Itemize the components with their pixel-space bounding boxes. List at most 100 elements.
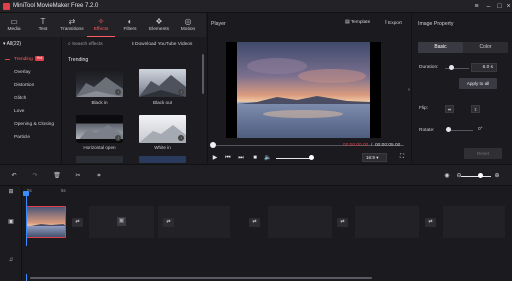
template-button[interactable]: ▤ Template: [345, 20, 370, 25]
aspect-ratio-select[interactable]: 16:9 ▾: [362, 153, 387, 162]
timeline-clip[interactable]: [26, 206, 66, 238]
tab-media[interactable]: ▭ Media: [0, 13, 28, 37]
transition-slot-icon[interactable]: ⇄: [72, 218, 83, 227]
apply-to-all-button[interactable]: Apply to all: [459, 78, 497, 89]
rotate-handle[interactable]: [446, 127, 451, 132]
next-frame-icon[interactable]: ⏭: [237, 154, 245, 162]
effect-tile-black-out[interactable]: ↓: [139, 69, 186, 97]
timeline-scrollbar[interactable]: [30, 277, 372, 279]
property-tabs: Basic Color: [418, 42, 508, 53]
tile-label: Horizontal open: [83, 145, 116, 150]
template-label: Template: [350, 20, 371, 25]
total-time: 00:00:05.00: [375, 143, 401, 148]
download-icon[interactable]: ↓: [178, 135, 184, 141]
tab-motion[interactable]: ◎ Motion: [174, 13, 202, 37]
volume-handle[interactable]: [309, 155, 314, 160]
category-overlay[interactable]: Overlay: [14, 68, 60, 78]
empty-slot[interactable]: [443, 206, 505, 238]
download-youtube-label: Download YouTube Videos: [135, 42, 193, 47]
zoom-in-icon[interactable]: ⊕: [493, 172, 501, 180]
crop-icon[interactable]: ⌗: [95, 172, 103, 180]
rotate-value: 0°: [478, 127, 483, 132]
video-preview[interactable]: [226, 42, 381, 138]
section-title: Trending: [68, 57, 89, 63]
time-separator: /: [371, 143, 373, 148]
effects-scrollbar[interactable]: [202, 54, 204, 94]
audio-track[interactable]: [22, 246, 512, 274]
play-icon[interactable]: ▶: [211, 154, 219, 162]
maximize-icon[interactable]: □: [495, 2, 504, 11]
main-toolbar: ▭ Media T Text ⇄ Transitions ✧ Effects ◐…: [0, 13, 206, 37]
effect-tile-partial[interactable]: [76, 156, 123, 163]
tab-effects[interactable]: ✧ Effects: [87, 13, 115, 37]
tab-elements[interactable]: ❖ Elements: [145, 13, 173, 37]
undo-icon[interactable]: ↶: [10, 172, 18, 180]
category-trending-label: Trending: [14, 57, 33, 62]
tab-color[interactable]: Color: [463, 42, 508, 53]
transition-slot-icon[interactable]: ⇄: [163, 218, 174, 227]
empty-slot-selected[interactable]: ▣: [89, 206, 154, 238]
tab-filters[interactable]: ◐ Filters: [116, 13, 144, 37]
search-input[interactable]: ⌕ Search effects: [68, 41, 103, 47]
ruler-tick: 5s: [61, 188, 66, 193]
close-icon[interactable]: ×: [504, 2, 512, 11]
previous-frame-icon[interactable]: ⏮: [224, 154, 232, 162]
reset-button[interactable]: Reset: [464, 148, 502, 159]
tab-basic[interactable]: Basic: [418, 42, 463, 53]
redo-icon[interactable]: ↷: [31, 172, 39, 180]
folder-icon: ▭: [10, 17, 18, 26]
download-icon[interactable]: ↓: [178, 89, 184, 95]
category-opening-closing[interactable]: Opening & Closing: [14, 120, 60, 130]
effect-tile-horizontal-open[interactable]: ↓: [76, 115, 123, 143]
download-youtube-button[interactable]: ⭳ Download YouTube Videos: [132, 41, 192, 49]
flip-horizontal-icon[interactable]: ⇹: [445, 105, 454, 113]
stop-icon[interactable]: ■: [251, 154, 259, 162]
category-trending[interactable]: Trending Hot: [14, 55, 60, 65]
category-particle[interactable]: Particle: [14, 133, 60, 143]
duration-input[interactable]: 6.0 s: [471, 63, 497, 72]
all-effects-toggle[interactable]: ▾ All(22): [3, 41, 21, 47]
tab-transitions[interactable]: ⇄ Transitions: [58, 13, 86, 37]
timeline-zoom-handle[interactable]: [478, 173, 483, 178]
category-glitch[interactable]: Glitch: [14, 94, 60, 104]
effect-tile-black-in[interactable]: ↓: [76, 69, 123, 97]
effects-icon: ✧: [97, 17, 105, 26]
aspect-ratio-value: 16:9: [366, 155, 375, 160]
transition-slot-icon[interactable]: ⇄: [425, 218, 436, 227]
fullscreen-icon[interactable]: ⛶: [398, 153, 406, 161]
volume-slider[interactable]: [276, 158, 312, 159]
export-label: Export: [388, 21, 402, 26]
transition-slot-icon[interactable]: ⇄: [337, 218, 348, 227]
tile-label: White in: [154, 145, 171, 150]
timeline-zoom-slider[interactable]: [461, 176, 491, 177]
app-logo-icon: [3, 3, 10, 10]
tab-media-label: Media: [7, 27, 21, 32]
tab-elements-label: Elements: [149, 27, 169, 32]
effect-tile-partial[interactable]: [139, 156, 186, 163]
export-button[interactable]: ⭱ Export: [385, 20, 402, 28]
empty-slot[interactable]: [355, 206, 419, 238]
flip-vertical-icon[interactable]: ⇳: [471, 105, 480, 113]
timeline-ruler[interactable]: 0s 5s: [22, 186, 512, 196]
transition-slot-icon[interactable]: ⇄: [249, 218, 260, 227]
volume-icon[interactable]: 🔈: [264, 154, 272, 162]
text-icon: T: [40, 17, 46, 26]
download-icon[interactable]: ↓: [115, 89, 121, 95]
tab-text[interactable]: T Text: [29, 13, 57, 37]
active-category-marker: [5, 59, 10, 60]
add-track-icon[interactable]: ⊞: [7, 188, 15, 196]
effect-tile-white-in[interactable]: ↓: [139, 115, 186, 143]
menu-icon[interactable]: ≡: [472, 2, 481, 11]
empty-slot[interactable]: [268, 206, 332, 238]
duration-handle[interactable]: [449, 65, 454, 70]
download-icon[interactable]: ↓: [115, 135, 121, 141]
category-love[interactable]: Love: [14, 107, 60, 117]
delete-icon[interactable]: 🗑: [53, 172, 61, 180]
split-icon[interactable]: ✂: [74, 172, 82, 180]
seek-handle[interactable]: [210, 142, 216, 148]
duration-label: Duration:: [419, 65, 439, 70]
title-bar: MiniTool MovieMaker Free 7.2.0 ≡ – □ ×: [0, 0, 512, 13]
fit-timeline-icon[interactable]: ◉: [443, 172, 451, 180]
minimize-icon[interactable]: –: [484, 2, 493, 11]
category-distortion[interactable]: Distortion: [14, 81, 60, 91]
